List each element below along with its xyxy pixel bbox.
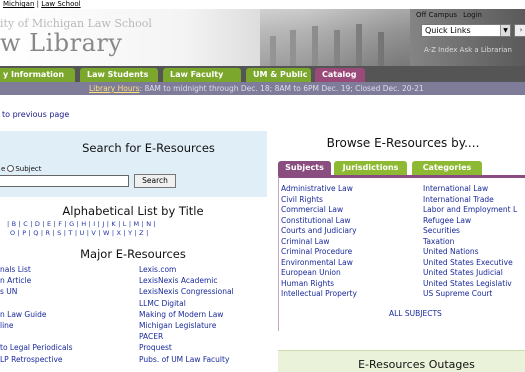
subject-link[interactable]: US Supreme Court bbox=[423, 289, 517, 300]
top-utility-strip: Michigan | Law School bbox=[0, 0, 525, 9]
list-item[interactable]: Lexis.com bbox=[139, 264, 234, 275]
back-to-previous-page-link[interactable]: to previous page bbox=[2, 110, 69, 119]
all-subjects-link[interactable]: ALL SUBJECTS bbox=[389, 309, 442, 318]
subject-link[interactable]: Administrative Law bbox=[281, 184, 357, 195]
nav-law-faculty[interactable]: Law Faculty bbox=[163, 68, 241, 82]
subject-link[interactable]: Refugee Law bbox=[423, 216, 517, 227]
list-item[interactable]: s UN bbox=[0, 286, 73, 297]
list-item[interactable]: LP Retrospective bbox=[0, 354, 73, 365]
utility-links: Off Campus Login bbox=[416, 11, 488, 19]
list-item[interactable]: nals List bbox=[0, 264, 73, 275]
list-item[interactable]: to Legal Periodicals bbox=[0, 342, 73, 353]
nav-um-public[interactable]: UM & Public bbox=[246, 68, 311, 82]
subjects-column-1: Administrative Law Civil Rights Commerci… bbox=[281, 184, 357, 300]
browse-title: Browse E-Resources by.... bbox=[326, 136, 480, 150]
browse-panel: Browse E-Resources by.... Subjects Juris… bbox=[278, 131, 525, 331]
subject-link[interactable]: Securities bbox=[423, 226, 517, 237]
subject-link[interactable]: United Nations bbox=[423, 247, 517, 258]
subject-link[interactable]: Intellectual Property bbox=[281, 289, 357, 300]
search-title: Search for E-Resources bbox=[82, 141, 215, 155]
nav-library-information[interactable]: y Information bbox=[0, 68, 75, 82]
list-item[interactable]: n Article bbox=[0, 275, 73, 286]
building-photo bbox=[260, 9, 410, 66]
breadcrumb-law-school-link[interactable]: Law School bbox=[41, 0, 80, 8]
list-item[interactable]: Pubs. of UM Law Faculty bbox=[139, 354, 234, 365]
tab-subjects[interactable]: Subjects bbox=[278, 161, 331, 175]
subject-link[interactable]: Criminal Procedure bbox=[281, 247, 357, 258]
list-item[interactable]: LexisNexis Congressional bbox=[139, 286, 234, 297]
subject-link[interactable]: United States Legislativ bbox=[423, 279, 517, 290]
library-hours-bar: Library Hours: 8AM to midnight through D… bbox=[0, 82, 525, 95]
search-input[interactable] bbox=[0, 175, 129, 187]
list-item[interactable]: LLMC Digital bbox=[139, 298, 234, 309]
eresource-search-panel: Search for E-Resources e Subject Search A… bbox=[0, 131, 267, 371]
list-item[interactable]: Making of Modern Law bbox=[139, 309, 234, 320]
subject-link[interactable]: International Trade bbox=[423, 195, 517, 206]
tab-categories[interactable]: Categories bbox=[412, 161, 482, 175]
subject-link[interactable]: Courts and Judiciary bbox=[281, 226, 357, 237]
subject-link[interactable]: European Union bbox=[281, 268, 357, 279]
banner-subnav: A-Z Index Ask a Librarian bbox=[424, 46, 512, 54]
major-eresources-column-b: Lexis.com LexisNexis Academic LexisNexis… bbox=[139, 264, 234, 365]
subject-link[interactable]: Human Rights bbox=[281, 279, 357, 290]
quick-links-value: Quick Links bbox=[425, 26, 471, 35]
outages-title: E-Resources Outages bbox=[358, 358, 475, 371]
subjects-column-2: International Law International Trade La… bbox=[423, 184, 517, 300]
list-item[interactable]: LexisNexis Academic bbox=[139, 275, 234, 286]
nav-law-students[interactable]: Law Students bbox=[80, 68, 158, 82]
library-hours-link[interactable]: Library Hours bbox=[89, 84, 140, 93]
alphabetical-list-title: Alphabetical List by Title bbox=[62, 204, 204, 218]
search-box: Search for E-Resources e Subject Search bbox=[0, 131, 267, 197]
subject-link[interactable]: Commercial Law bbox=[281, 205, 357, 216]
breadcrumb-michigan-link[interactable]: Michigan bbox=[3, 0, 34, 8]
list-item[interactable]: Michigan Legislature bbox=[139, 320, 234, 331]
chevron-down-icon: ▼ bbox=[500, 25, 510, 36]
radio-title-label: e bbox=[1, 165, 6, 173]
library-hours-text: : 8AM to midnight through Dec. 18; 8AM t… bbox=[139, 84, 424, 93]
search-scope-radios: e Subject bbox=[1, 165, 41, 173]
subject-link[interactable]: Environmental Law bbox=[281, 258, 357, 269]
list-item[interactable]: PACER bbox=[139, 331, 234, 342]
subject-link[interactable]: United States Executive bbox=[423, 258, 517, 269]
subject-link[interactable]: Taxation bbox=[423, 237, 517, 248]
major-eresources-column-a: nals List n Article s UN n Law Guide lin… bbox=[0, 264, 73, 365]
nav-catalog[interactable]: Catalog bbox=[315, 68, 365, 82]
list-item[interactable]: line bbox=[0, 320, 73, 331]
eresources-outages-panel: E-Resources Outages bbox=[278, 350, 525, 372]
main-nav: y Information Law Students Law Faculty U… bbox=[0, 66, 525, 82]
subject-link[interactable]: Civil Rights bbox=[281, 195, 357, 206]
alphabet-links-row-1[interactable]: | B | C | D | E | F | G | H | I | J | K … bbox=[7, 220, 274, 228]
quick-links-select[interactable]: Quick Links ▼ bbox=[421, 24, 511, 37]
subject-link[interactable]: United States Judicial bbox=[423, 268, 517, 279]
breadcrumb: Michigan | Law School bbox=[3, 0, 81, 9]
quick-links-go-button[interactable]: › bbox=[514, 24, 525, 37]
subject-link[interactable]: International Law bbox=[423, 184, 517, 195]
list-item bbox=[0, 298, 73, 309]
list-item[interactable]: n Law Guide bbox=[0, 309, 73, 320]
subject-link[interactable]: Labor and Employment L bbox=[423, 205, 517, 216]
site-banner: ity of Michigan Law School w Library Off… bbox=[0, 9, 525, 66]
library-logo-title: w Library bbox=[0, 29, 123, 57]
tab-jurisdictions[interactable]: Jurisdictions bbox=[334, 161, 407, 175]
off-campus-link[interactable]: Off Campus bbox=[416, 11, 457, 19]
subject-link[interactable]: Constitutional Law bbox=[281, 216, 357, 227]
radio-subject-label: Subject bbox=[15, 165, 42, 173]
subjects-list-box: Administrative Law Civil Rights Commerci… bbox=[278, 175, 525, 331]
search-button[interactable]: Search bbox=[134, 174, 176, 188]
subject-link[interactable]: Criminal Law bbox=[281, 237, 357, 248]
radio-subject[interactable] bbox=[7, 165, 15, 172]
alphabet-links-row-2[interactable]: O | P | Q | R | S | T | U | V | W | X | … bbox=[10, 229, 277, 237]
major-eresources-title: Major E-Resources bbox=[80, 247, 186, 261]
list-item bbox=[0, 331, 73, 342]
list-item[interactable]: Proquest bbox=[139, 342, 234, 353]
login-link[interactable]: Login bbox=[463, 11, 482, 19]
